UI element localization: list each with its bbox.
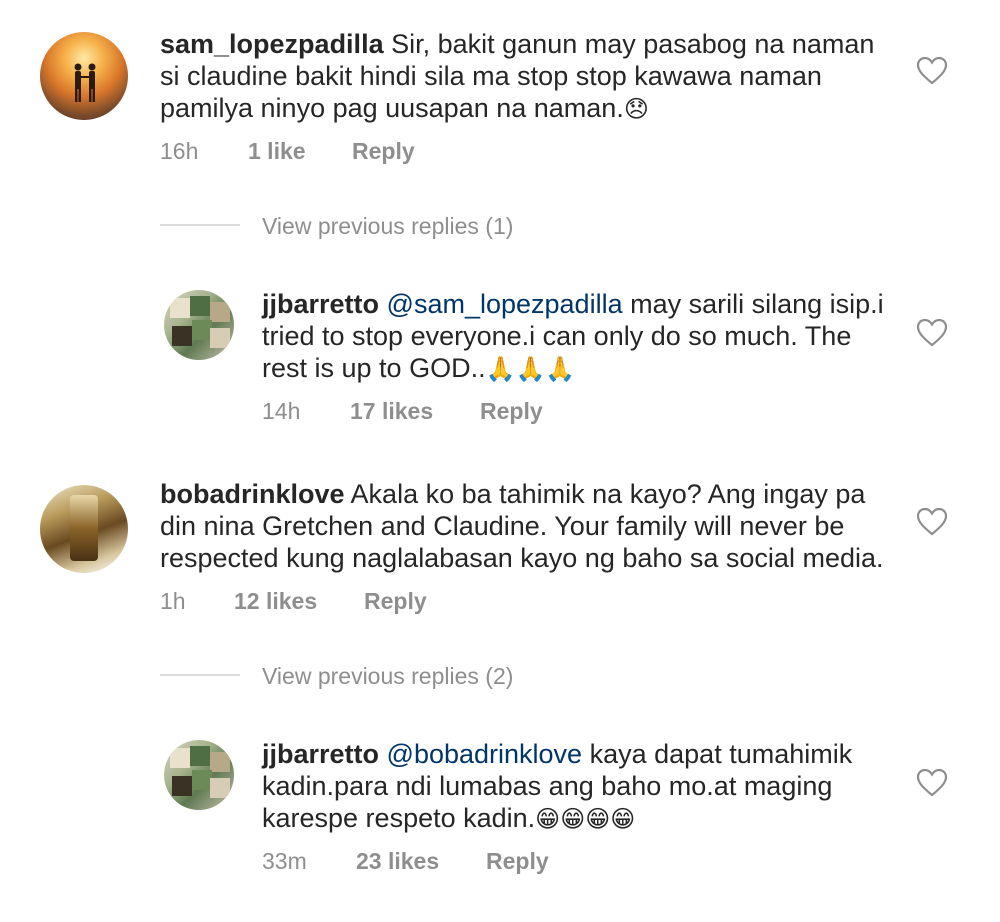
avatar-tile (210, 328, 230, 348)
heart-outline-icon[interactable] (916, 507, 948, 537)
comment-body: tried to stop everyone.i can only do so … (262, 321, 852, 351)
reply-button[interactable]: Reply (480, 396, 543, 426)
heart-outline-icon[interactable] (916, 768, 948, 798)
comment-time: 16h (160, 138, 199, 164)
comment-text: bobadrinklove Akala ko ba tahimik na kay… (160, 478, 920, 574)
cup-shape (70, 495, 98, 561)
avatar[interactable] (164, 290, 234, 360)
mention-link[interactable]: @bobadrinklove (387, 739, 583, 769)
comment-username[interactable]: sam_lopezpadilla (160, 29, 384, 59)
divider-line (160, 224, 240, 226)
comment-body: Akala ko ba tahimik na kayo? Ang ingay p… (350, 479, 866, 509)
comment-body: karespe respeto kadin. (262, 803, 536, 833)
view-previous-replies-button[interactable]: View previous replies (2) (262, 661, 513, 691)
avatar-tile (210, 302, 230, 322)
comment-username[interactable]: jjbarretto (262, 289, 379, 319)
avatar-tile (170, 748, 190, 768)
comment-body: pamilya ninyo pag uusapan na naman. (160, 93, 624, 123)
comment-meta: 1h 12 likes Reply (160, 586, 560, 616)
comment-body: respected kung naglalabasan kayo ng baho… (160, 543, 884, 573)
comment-body: kadin.para ndi lumabas ang baho mo.at ma… (262, 771, 833, 801)
comment-time: 33m (262, 848, 307, 874)
comment-body: kaya dapat tumahimik (589, 739, 853, 769)
view-previous-replies-button[interactable]: View previous replies (1) (262, 211, 513, 241)
comment-text: jjbarretto @sam_lopezpadilla may sarili … (262, 288, 902, 384)
comment-likes[interactable]: 23 likes (356, 846, 439, 876)
comment-likes[interactable]: 12 likes (234, 586, 317, 616)
mention-link[interactable]: @sam_lopezpadilla (387, 289, 623, 319)
comment-likes[interactable]: 17 likes (350, 396, 433, 426)
avatar-tile (192, 770, 212, 790)
avatar[interactable] (40, 485, 128, 573)
comment-text: jjbarretto @bobadrinklove kaya dapat tum… (262, 738, 902, 834)
reply-button[interactable]: Reply (486, 846, 549, 876)
reply-button[interactable]: Reply (352, 136, 415, 166)
comment-meta: 16h 1 like Reply (160, 136, 560, 166)
avatar-tile (210, 778, 230, 798)
comment-body: din nina Gretchen and Claudine. Your fam… (160, 511, 845, 541)
avatar-tile (210, 752, 230, 772)
avatar-tile (192, 320, 212, 340)
comment-emoji: 😁😁😁😁 (535, 805, 636, 833)
divider-line (160, 674, 240, 676)
comment-username[interactable]: jjbarretto (262, 739, 379, 769)
reply-button[interactable]: Reply (364, 586, 427, 616)
comment-body: Sir, bakit ganun may pasabog na naman (391, 29, 875, 59)
comment-time: 1h (160, 588, 186, 614)
avatar-tile (190, 746, 210, 766)
avatar-tile (172, 776, 192, 796)
comment-emoji: 😞 (623, 95, 649, 123)
avatar[interactable] (40, 32, 128, 120)
comment-meta: 33m 23 likes Reply (262, 846, 662, 876)
avatar-tile (190, 296, 210, 316)
comment-text: sam_lopezpadilla Sir, bakit ganun may pa… (160, 28, 900, 124)
avatar[interactable] (164, 740, 234, 810)
comment-body: rest is up to GOD.. (262, 353, 486, 383)
comment-body: may sarili silang isip.i (630, 289, 884, 319)
heart-outline-icon[interactable] (916, 56, 948, 86)
comment-time: 14h (262, 398, 301, 424)
couple-silhouette-icon (74, 63, 96, 102)
comment-likes[interactable]: 1 like (248, 136, 306, 166)
heart-outline-icon[interactable] (916, 318, 948, 348)
avatar-tile (172, 326, 192, 346)
comment-meta: 14h 17 likes Reply (262, 396, 662, 426)
comment-username[interactable]: bobadrinklove (160, 479, 345, 509)
avatar-tile (170, 298, 190, 318)
comment-emoji: 🙏🙏🙏 (485, 355, 576, 383)
comment-body: si claudine bakit hindi sila ma stop sto… (160, 61, 822, 91)
